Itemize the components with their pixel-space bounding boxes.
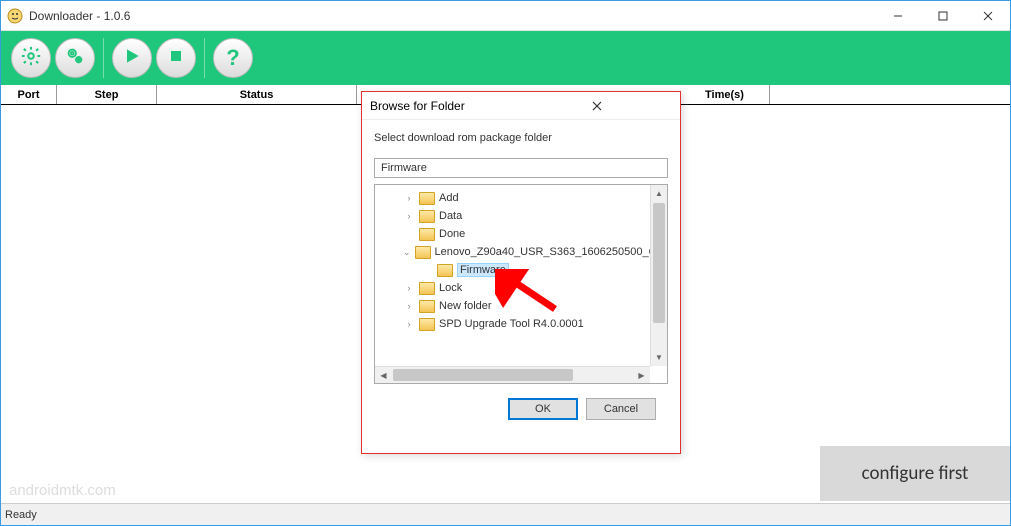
gear-icon — [20, 45, 42, 72]
question-icon: ? — [226, 45, 239, 71]
chevron-right-icon[interactable]: › — [403, 319, 415, 329]
tree-item[interactable]: Done — [375, 225, 667, 243]
folder-icon — [415, 246, 431, 259]
maximize-button[interactable] — [920, 1, 965, 30]
tree-item-label: Add — [439, 192, 459, 204]
minimize-button[interactable] — [875, 1, 920, 30]
status-bar: Ready — [1, 503, 1010, 525]
tree-item-label: Data — [439, 210, 462, 222]
scroll-down-arrow[interactable]: ▼ — [651, 349, 667, 366]
tree-item[interactable]: › New folder — [375, 297, 667, 315]
col-step[interactable]: Step — [57, 85, 157, 104]
scroll-thumb[interactable] — [653, 203, 665, 323]
toolbar-separator — [103, 38, 104, 78]
help-button[interactable]: ? — [213, 38, 253, 78]
gears-button[interactable] — [55, 38, 95, 78]
tree-vertical-scrollbar[interactable]: ▲ ▼ — [650, 185, 667, 366]
tree-item[interactable]: Firmware — [375, 261, 667, 279]
chevron-right-icon[interactable]: › — [403, 283, 415, 293]
tree-item[interactable]: › Data — [375, 207, 667, 225]
folder-icon — [419, 318, 435, 331]
dialog-title: Browse for Folder — [370, 99, 521, 113]
tree-horizontal-scrollbar[interactable]: ◀ ▶ — [375, 366, 650, 383]
tree-item[interactable]: › SPD Upgrade Tool R4.0.0001 — [375, 315, 667, 333]
folder-path-input[interactable]: Firmware — [374, 158, 668, 178]
cancel-button[interactable]: Cancel — [586, 398, 656, 420]
configure-overlay[interactable]: configure first — [820, 446, 1010, 501]
window-title: Downloader - 1.0.6 — [29, 9, 875, 23]
close-button[interactable] — [965, 1, 1010, 30]
scroll-up-arrow[interactable]: ▲ — [651, 185, 667, 202]
col-time[interactable]: Time(s) — [680, 85, 770, 104]
tree-item-label: Lock — [439, 282, 462, 294]
stop-button[interactable] — [156, 38, 196, 78]
folder-icon — [419, 228, 435, 241]
folder-icon — [419, 300, 435, 313]
tree-item-label: New folder — [439, 300, 492, 312]
ok-button[interactable]: OK — [508, 398, 578, 420]
chevron-right-icon[interactable]: › — [403, 211, 415, 221]
start-button[interactable] — [112, 38, 152, 78]
play-icon — [122, 46, 142, 71]
double-gear-icon — [64, 45, 86, 72]
toolbar: ? — [1, 31, 1010, 85]
dialog-close-button[interactable] — [521, 98, 672, 114]
folder-icon — [419, 282, 435, 295]
scroll-thumb[interactable] — [393, 369, 573, 381]
folder-icon — [419, 192, 435, 205]
folder-icon — [437, 264, 453, 277]
chevron-right-icon[interactable]: › — [403, 193, 415, 203]
tree-item-label: Done — [439, 228, 465, 240]
status-text: Ready — [5, 509, 37, 521]
tree-item[interactable]: ⌄ Lenovo_Z90a40_USR_S363_1606250500_Q202 — [375, 243, 667, 261]
chevron-down-icon[interactable]: ⌄ — [403, 247, 411, 258]
col-port[interactable]: Port — [1, 85, 57, 104]
browse-folder-dialog: Browse for Folder Select download rom pa… — [361, 91, 681, 454]
tree-item[interactable]: › Add — [375, 189, 667, 207]
window-controls — [875, 1, 1010, 30]
toolbar-separator — [204, 38, 205, 78]
tree-item-label: Firmware — [457, 263, 509, 277]
col-status[interactable]: Status — [157, 85, 357, 104]
tree-item-label: SPD Upgrade Tool R4.0.0001 — [439, 318, 584, 330]
folder-tree[interactable]: › Add › Data Done ⌄ Lenovo_Z90a40_USR_S363_160… — [374, 184, 668, 384]
dialog-titlebar: Browse for Folder — [362, 92, 680, 120]
tree-item[interactable]: › Lock — [375, 279, 667, 297]
col-extra[interactable] — [770, 85, 1010, 104]
stop-icon — [166, 46, 186, 71]
folder-icon — [419, 210, 435, 223]
dialog-prompt: Select download rom package folder — [374, 132, 668, 144]
titlebar: Downloader - 1.0.6 — [1, 1, 1010, 31]
tree-item-label: Lenovo_Z90a40_USR_S363_1606250500_Q202 — [435, 246, 668, 258]
watermark: androidmtk.com — [9, 482, 116, 499]
scroll-left-arrow[interactable]: ◀ — [375, 367, 392, 383]
app-icon — [7, 8, 23, 24]
scroll-right-arrow[interactable]: ▶ — [633, 367, 650, 383]
settings-button[interactable] — [11, 38, 51, 78]
chevron-right-icon[interactable]: › — [403, 301, 415, 311]
